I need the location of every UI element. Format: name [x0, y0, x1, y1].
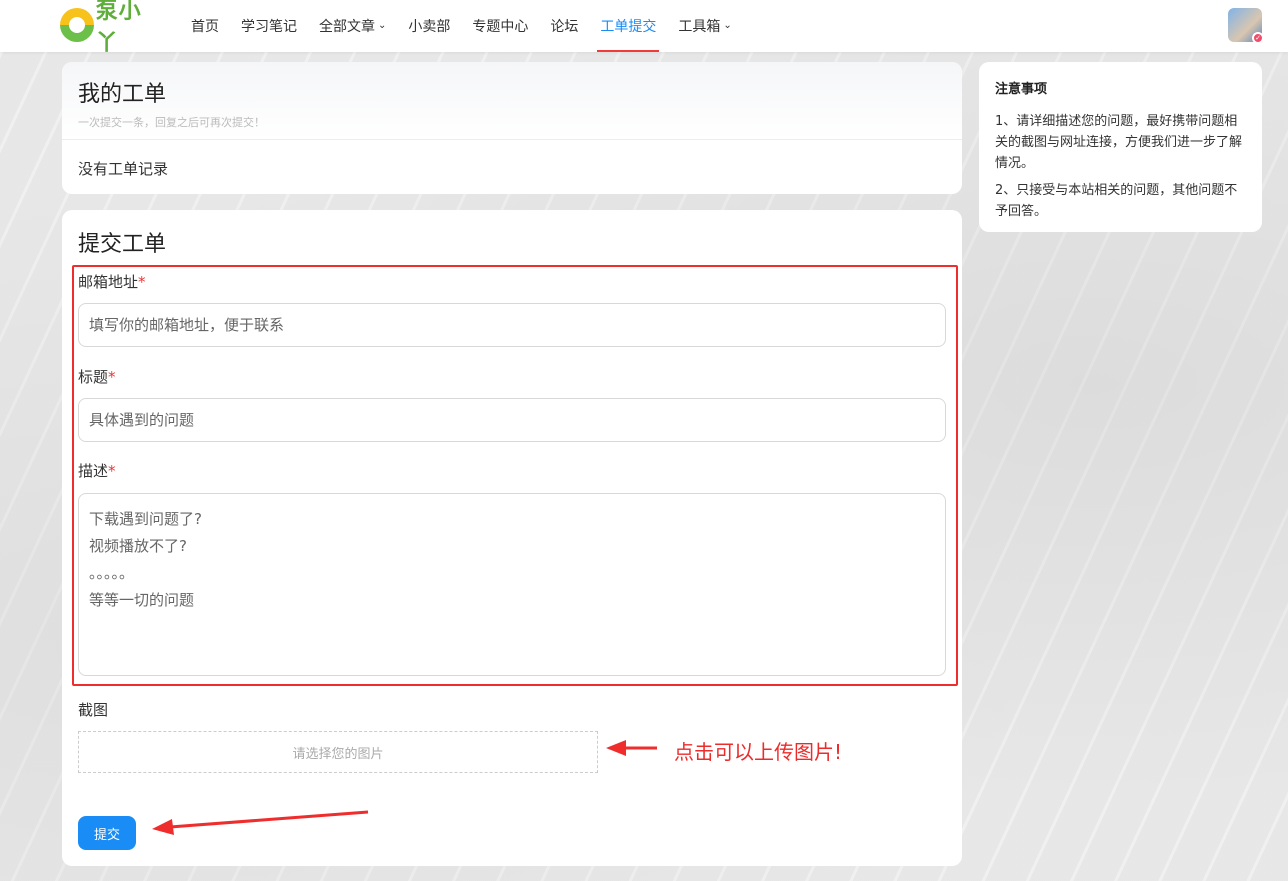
chevron-down-icon: ⌄: [378, 19, 387, 31]
description-label: 描述*: [78, 462, 116, 480]
my-tickets-title: 我的工单: [78, 82, 167, 107]
nav-item-topics[interactable]: 专题中心: [461, 0, 539, 52]
nav-item-shop[interactable]: 小卖部: [397, 0, 461, 52]
email-label: 邮箱地址*: [78, 273, 146, 291]
notice-item: 1、请详细描述您的问题，最好携带问题相关的截图与网址连接，方便我们进一步了解情况…: [995, 114, 1243, 171]
notice-item: 2、只接受与本站相关的问题，其他问题不予回答。: [995, 183, 1238, 219]
main-nav: 首页 学习笔记 全部文章 ⌄ 小卖部 专题中心 论坛 工单提交 工具箱 ⌄: [180, 0, 743, 52]
nav-item-toolbox[interactable]: 工具箱 ⌄: [667, 0, 742, 52]
my-tickets-card: 我的工单 一次提交一条，回复之后可再次提交！ 没有工单记录: [62, 62, 962, 194]
verified-badge-icon: ✓: [1252, 32, 1264, 44]
my-tickets-subtitle: 一次提交一条，回复之后可再次提交！: [78, 116, 265, 129]
upload-annotation-text: 点击可以上传图片!: [674, 740, 843, 764]
subject-input[interactable]: [78, 398, 946, 442]
subject-label: 标题*: [78, 368, 116, 386]
submit-ticket-title: 提交工单: [78, 232, 167, 257]
submit-button[interactable]: 提交: [78, 816, 136, 850]
nav-item-articles[interactable]: 全部文章 ⌄: [308, 0, 397, 52]
nav-item-ticket-submit[interactable]: 工单提交: [589, 0, 667, 52]
screenshot-label: 截图: [78, 701, 109, 719]
description-textarea[interactable]: 下载遇到问题了? 视频播放不了? 。。。。。 等等一切的问题: [78, 493, 946, 676]
nav-item-home[interactable]: 首页: [180, 0, 230, 52]
top-navigation-bar: 泵小丫 首页 学习笔记 全部文章 ⌄ 小卖部 专题中心 论坛 工单提交 工具箱 ⌄ …: [0, 0, 1288, 56]
notice-card: 注意事项 1、请详细描述您的问题，最好携带问题相关的截图与网址连接，方便我们进一…: [979, 62, 1262, 232]
nav-item-forum[interactable]: 论坛: [539, 0, 589, 52]
submit-ticket-card: 提交工单 邮箱地址* 标题* 描述* 下载遇到问题了? 视频播放不了? 。。。。…: [62, 210, 962, 866]
email-input[interactable]: [78, 303, 946, 347]
empty-tickets-message: 没有工单记录: [78, 160, 169, 178]
my-tickets-header: 我的工单 一次提交一条，回复之后可再次提交！: [62, 62, 962, 140]
screenshot-upload-area[interactable]: 请选择您的图片: [78, 731, 598, 773]
nav-item-notes[interactable]: 学习笔记: [230, 0, 308, 52]
notice-title: 注意事项: [995, 82, 1048, 97]
logo-text: 泵小丫: [95, 0, 142, 56]
chevron-down-icon: ⌄: [723, 19, 732, 31]
site-logo[interactable]: 泵小丫: [60, 0, 164, 56]
logo-icon: [60, 8, 94, 42]
